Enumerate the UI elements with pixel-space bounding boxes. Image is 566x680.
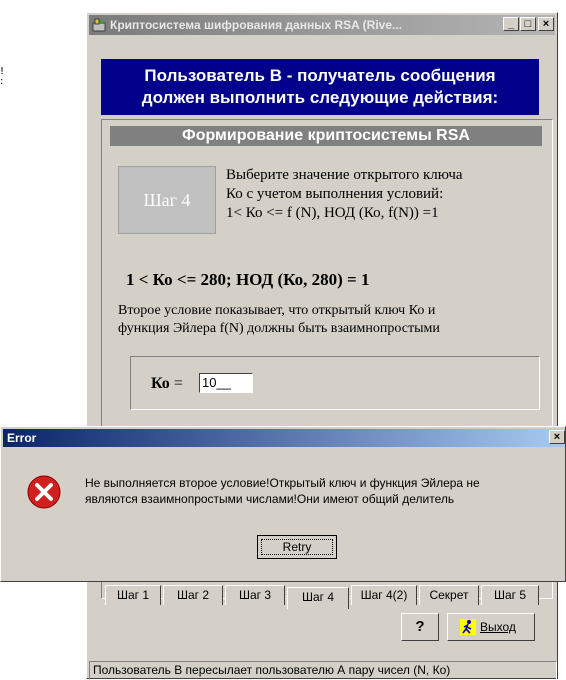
instruction-header: Пользователь В - получатель сообщения до… xyxy=(101,59,539,115)
tab-step-2[interactable]: Шаг 2 xyxy=(163,585,223,605)
close-button[interactable]: × xyxy=(538,17,554,31)
minimize-button[interactable]: _ xyxy=(503,17,519,31)
error-message-line-1: Не выполняется второе условие!Открытый к… xyxy=(85,476,480,490)
tab-step-5[interactable]: Шаг 5 xyxy=(481,585,539,605)
tab-step-1[interactable]: Шаг 1 xyxy=(105,585,161,605)
retry-label: Retry xyxy=(282,540,312,554)
ko-input[interactable]: 10__ xyxy=(199,373,253,393)
main-titlebar[interactable]: Криптосистема шифрования данных RSA (Riv… xyxy=(89,15,555,35)
step-instructions: Выберите значение открытого ключа Ко с у… xyxy=(226,166,546,223)
error-titlebar[interactable]: Error × xyxy=(3,429,565,447)
error-title: Error xyxy=(7,431,37,445)
explanation-line-1: Второе условие показывает, что открытый … xyxy=(118,303,436,318)
error-dialog: Error × Не выполняется второе условие!От… xyxy=(0,426,566,582)
tab-step-3[interactable]: Шаг 3 xyxy=(225,585,285,605)
edge-mark: : xyxy=(0,76,4,87)
retry-button[interactable]: Retry xyxy=(257,535,337,559)
header-line-2: должен выполнить следующие действия: xyxy=(141,88,499,107)
step-badge: Шаг 4 xyxy=(118,166,216,234)
help-button[interactable]: ? xyxy=(401,613,439,641)
window-title: Криптосистема шифрования данных RSA (Riv… xyxy=(110,18,403,32)
running-man-icon xyxy=(460,619,476,635)
maximize-button[interactable]: □ xyxy=(520,17,536,31)
error-icon xyxy=(27,475,61,509)
instr-line-3: 1< Ко <= f (N), НОД (Ко, f(N)) =1 xyxy=(226,205,439,221)
explanation: Второе условие показывает, что открытый … xyxy=(118,302,548,338)
instr-line-1: Выберите значение открытого ключа xyxy=(226,167,463,183)
ko-label-text: Ко xyxy=(151,375,170,392)
error-message: Не выполняется второе условие!Открытый к… xyxy=(85,475,565,507)
section-title: Формирование криптосистемы RSA xyxy=(110,126,542,146)
error-message-line-2: являются взаимнопростыми числами!Они име… xyxy=(85,492,455,506)
tab-secret[interactable]: Секрет xyxy=(419,585,479,605)
error-close-button[interactable]: × xyxy=(549,430,565,444)
ko-equals: = xyxy=(169,375,183,392)
header-line-1: Пользователь В - получатель сообщения xyxy=(144,66,496,85)
exit-label: Выход xyxy=(480,620,516,634)
tab-step-4-2[interactable]: Шаг 4(2) xyxy=(351,585,417,605)
explanation-line-2: функция Эйлера f(N) должны быть взаимноп… xyxy=(118,321,440,336)
status-bar: Пользователь В пересылает пользователю А… xyxy=(89,661,557,680)
exit-button[interactable]: Выход xyxy=(447,613,535,641)
app-icon xyxy=(92,18,106,32)
condition-text: 1 < Ко <= 280; НОД (Ко, 280) = 1 xyxy=(126,270,370,289)
ko-label: Ко = xyxy=(151,375,183,393)
tab-step-4[interactable]: Шаг 4 xyxy=(287,587,349,609)
instr-line-2: Ко с учетом выполнения условий: xyxy=(226,186,444,202)
ko-group-box: Ко = 10__ xyxy=(130,356,540,410)
